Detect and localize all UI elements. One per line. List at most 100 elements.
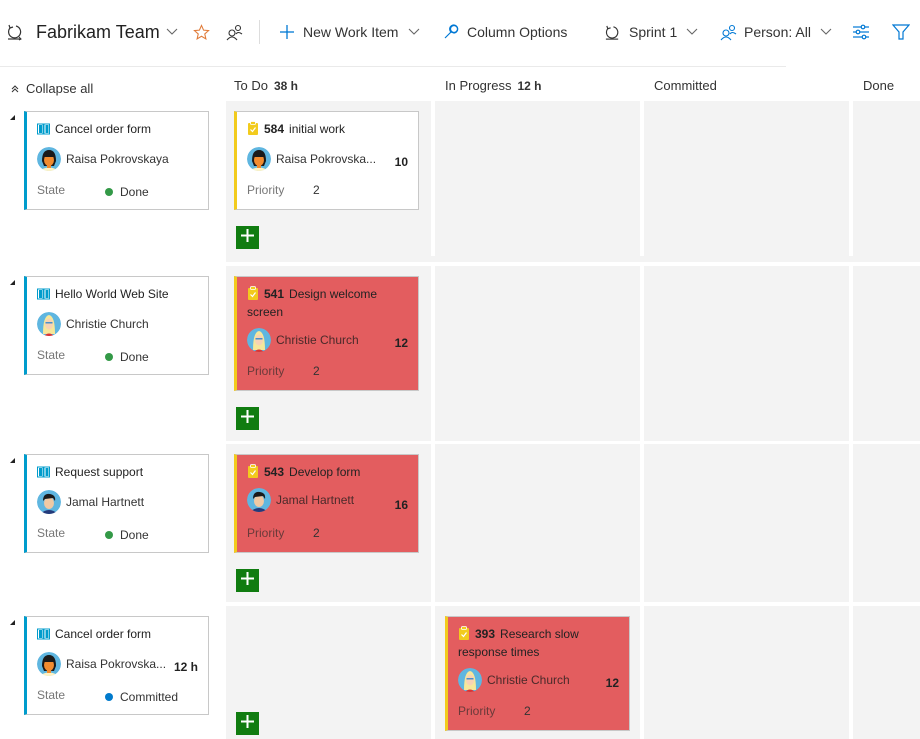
- plus-icon: [241, 571, 254, 590]
- cell-row3-committed: [644, 444, 849, 602]
- story-card[interactable]: Hello World Web Site Christie Church Sta…: [24, 276, 209, 375]
- filter-icon: [892, 23, 910, 41]
- task-clipboard-icon: [458, 625, 470, 644]
- task-title: 393 Research slow response times: [458, 625, 621, 660]
- book-icon: [37, 288, 50, 304]
- person-filter-picker[interactable]: Person: All: [720, 20, 832, 44]
- cell-row2-in-progress: [435, 266, 640, 441]
- add-task-button[interactable]: [236, 712, 259, 735]
- task-card[interactable]: 541 Design welcome screen Christie Church…: [234, 276, 419, 391]
- task-clipboard-icon: [247, 463, 259, 482]
- task-card[interactable]: 584 initial work Raisa Pokrovska... 10 Pr…: [234, 111, 419, 210]
- state-dot-icon: [105, 188, 113, 196]
- expand-row-toggle[interactable]: [10, 620, 15, 625]
- state-dot-icon: [105, 531, 113, 539]
- priority-label: Priority: [458, 704, 496, 718]
- assignee-name: Christie Church: [66, 317, 149, 331]
- avatar: [37, 312, 61, 336]
- assigned-to: Raisa Pokrovska...: [247, 147, 376, 171]
- column-options-button[interactable]: Column Options: [443, 20, 567, 44]
- expand-row-toggle[interactable]: [10, 458, 15, 463]
- priority-value: 2: [313, 183, 320, 197]
- favorite-button[interactable]: [193, 20, 210, 44]
- chevron-down-icon: [820, 28, 832, 36]
- column-hours: 12 h: [517, 79, 542, 93]
- state-label: State: [37, 348, 66, 362]
- task-id: 393: [475, 627, 496, 641]
- story-card[interactable]: Cancel order form Raisa Pokrovskaya Stat…: [24, 111, 209, 210]
- task-id: 541: [264, 287, 285, 301]
- assignee-name: Christie Church: [487, 673, 570, 687]
- expand-row-toggle[interactable]: [10, 115, 15, 120]
- cell-row4-committed: [644, 606, 849, 739]
- priority-label: Priority: [247, 183, 285, 197]
- cell-row2-committed: [644, 266, 849, 441]
- column-name: Committed: [654, 78, 717, 93]
- assigned-to: Jamal Hartnett: [37, 490, 144, 514]
- assigned-to: Raisa Pokrovskaya: [37, 147, 169, 171]
- avatar: [458, 668, 482, 692]
- task-card[interactable]: 543 Develop form Jamal Hartnett 16 Priori…: [234, 454, 419, 553]
- priority-value: 2: [313, 364, 320, 378]
- plus-icon: [241, 409, 254, 428]
- team-name: Fabrikam Team: [36, 21, 160, 42]
- priority-label: Priority: [247, 364, 285, 378]
- add-task-button[interactable]: [236, 569, 259, 592]
- remaining-work: 12: [394, 336, 408, 350]
- sprint-cycle-icon: [6, 23, 24, 41]
- plus-icon: [241, 228, 254, 247]
- task-title: 541 Design welcome screen: [247, 285, 410, 320]
- sliders-icon: [852, 23, 870, 41]
- story-card[interactable]: Cancel order form Raisa Pokrovska... 12 …: [24, 616, 209, 715]
- assignee-name: Christie Church: [276, 333, 359, 347]
- column-header-done: Done: [863, 78, 894, 93]
- chevron-down-icon: [686, 28, 698, 36]
- column-hours: 38 h: [273, 79, 298, 93]
- cell-row1-done: [853, 101, 920, 256]
- book-icon: [37, 123, 50, 139]
- book-icon: [37, 628, 50, 644]
- story-title-text: Cancel order form: [55, 627, 152, 641]
- task-card[interactable]: 393 Research slow response times Christie…: [445, 616, 630, 731]
- add-task-button[interactable]: [236, 226, 259, 249]
- story-hours: 12 h: [173, 660, 198, 674]
- task-title-text: initial work: [289, 122, 346, 136]
- plus-icon: [241, 714, 254, 733]
- priority-value: 2: [313, 526, 320, 540]
- remaining-work: 16: [394, 498, 408, 512]
- expand-row-toggle[interactable]: [10, 280, 15, 285]
- star-icon: [193, 23, 210, 41]
- avatar: [247, 147, 271, 171]
- state-dot-icon: [105, 693, 113, 701]
- task-title: 584 initial work: [247, 120, 410, 139]
- collapse-all-button[interactable]: Collapse all: [10, 81, 93, 96]
- chevron-double-up-icon: [10, 84, 20, 94]
- assignee-name: Raisa Pokrovska...: [66, 657, 167, 671]
- assignee-name: Raisa Pokrovska...: [276, 152, 377, 166]
- state-value: Done: [105, 350, 149, 364]
- settings-button[interactable]: [852, 20, 870, 44]
- column-options-label: Column Options: [467, 24, 568, 40]
- team-members-button[interactable]: [226, 20, 243, 44]
- column-name: Done: [863, 78, 895, 93]
- avatar: [37, 652, 61, 676]
- cell-row1-committed: [644, 101, 849, 256]
- story-card[interactable]: Request support Jamal Hartnett State Don…: [24, 454, 209, 553]
- filter-button[interactable]: [892, 20, 910, 44]
- assignee-name: Jamal Hartnett: [276, 493, 355, 507]
- team-picker[interactable]: Fabrikam Team: [6, 20, 178, 44]
- task-id: 543: [264, 465, 285, 479]
- assigned-to: Christie Church: [458, 668, 570, 692]
- story-title-text: Request support: [55, 465, 144, 479]
- avatar: [247, 328, 271, 352]
- state-dot-icon: [105, 353, 113, 361]
- people-icon: [720, 24, 737, 41]
- add-task-button[interactable]: [236, 407, 259, 430]
- assigned-to: Raisa Pokrovska...: [37, 652, 166, 676]
- chevron-down-icon: [408, 28, 420, 36]
- sprint-picker[interactable]: Sprint 1: [604, 20, 698, 44]
- avatar: [247, 488, 271, 512]
- person-filter-label: Person: All: [744, 24, 811, 40]
- new-work-item-button[interactable]: New Work Item: [279, 20, 420, 44]
- board-toolbar: Fabrikam Team New Work Item Column Optio…: [0, 0, 920, 66]
